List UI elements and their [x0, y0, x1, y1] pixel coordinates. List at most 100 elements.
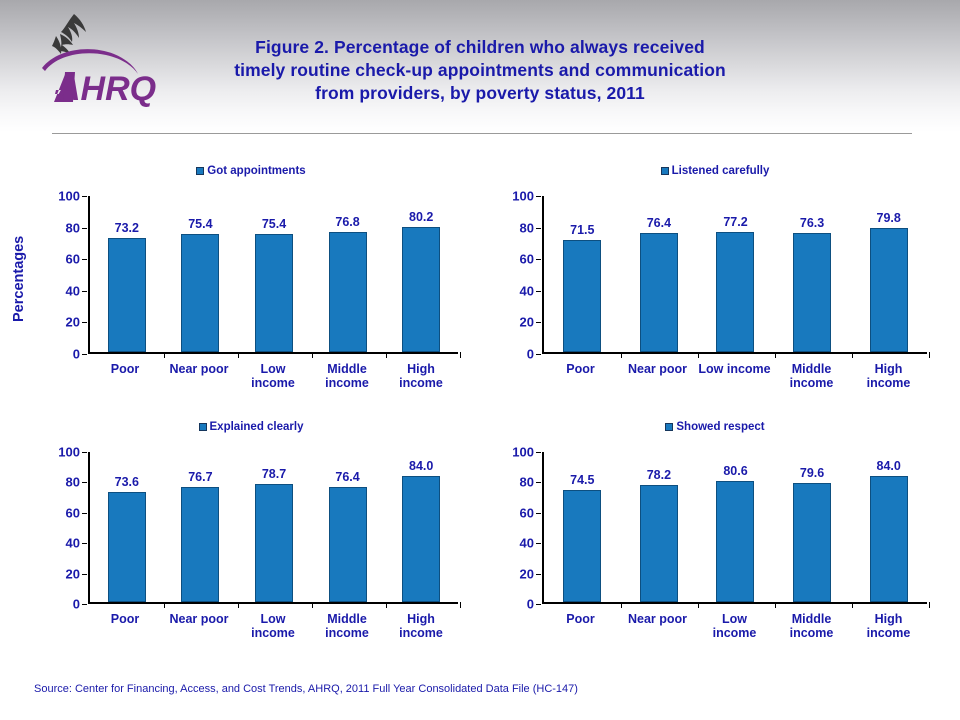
bar-slot: 76.4 — [621, 196, 698, 352]
x-tick-mark — [460, 352, 461, 358]
x-axis-label-line: Low — [260, 362, 286, 376]
y-tick-label: 20 — [519, 566, 534, 582]
axis-frame-showed-respect: 74.5 78.2 80.6 79.6 84.0 — [542, 452, 930, 608]
y-tick-mark — [536, 259, 541, 261]
legend-label: Got appointments — [207, 165, 306, 177]
bar-slot: 71.5 — [544, 196, 621, 352]
bar[interactable] — [181, 486, 220, 602]
x-axis-labels-got-appointments: Poor Near poor Low income Middle income High in… — [88, 362, 458, 390]
x-tick-mark — [460, 602, 461, 608]
bar-slot: 73.2 — [90, 196, 164, 352]
legend-label: Showed respect — [676, 421, 765, 433]
x-axis-label: Low income — [696, 612, 773, 640]
bar-value-label: 84.0 — [876, 459, 901, 473]
x-axis-label-line: income — [866, 376, 911, 390]
header-divider — [52, 133, 912, 135]
bar-slot: 76.7 — [164, 452, 238, 602]
bar[interactable] — [402, 226, 441, 352]
x-axis-label: Low income — [236, 362, 310, 390]
x-axis-label: High income — [384, 612, 458, 640]
x-tick-mark — [852, 352, 853, 358]
y-tick-label: 20 — [65, 566, 80, 582]
svg-text:AHRQ: AHRQ — [55, 70, 156, 108]
y-tick-mark — [82, 512, 87, 514]
x-tick-mark — [312, 352, 313, 358]
bar[interactable] — [254, 234, 293, 352]
x-axis-label-line: Poor — [110, 612, 140, 626]
y-tick-mark — [82, 604, 87, 605]
y-tick-label: 80 — [65, 220, 80, 236]
y-axis-ticks-showed-respect: 0 20 40 60 80 100 — [490, 446, 541, 611]
plot-area-explained-clearly: 0 20 40 60 80 100 73.6 76.7 78.7 76.4 84.0 — [36, 446, 461, 611]
x-axis-label-line: income — [251, 376, 295, 390]
bar[interactable] — [869, 476, 908, 602]
bar-slot: 79.6 — [774, 452, 851, 602]
bar[interactable] — [639, 484, 678, 602]
y-axis-ticks-got-appointments: 0 20 40 60 80 100 — [36, 190, 87, 361]
y-tick-mark — [536, 196, 541, 197]
y-tick-mark — [82, 227, 87, 229]
y-axis-ticks-listened-carefully: 0 20 40 60 80 100 — [490, 190, 541, 361]
bar-slot: 78.7 — [237, 452, 311, 602]
x-axis-label-line: Near poor — [169, 612, 229, 626]
x-axis-label: Near poor — [162, 362, 236, 390]
ahrq-logo: AHRQ — [36, 6, 156, 110]
x-axis-label-line: High — [874, 612, 903, 626]
bar-series-showed-respect: 74.5 78.2 80.6 79.6 84.0 — [544, 452, 927, 602]
x-axis-label: High income — [850, 362, 927, 390]
x-tick-mark — [164, 602, 165, 608]
x-axis-label-line: income — [712, 626, 757, 640]
bar[interactable] — [716, 481, 755, 602]
bar-value-label: 73.2 — [114, 220, 139, 235]
bar-value-label: 80.6 — [723, 464, 748, 479]
bar-slot: 75.4 — [164, 196, 238, 352]
x-axis-labels-showed-respect: Poor Near poor Low income Middle income High in… — [542, 612, 927, 640]
x-axis-label-line: income — [325, 376, 369, 390]
bar[interactable] — [328, 232, 367, 352]
y-tick-mark — [82, 259, 87, 261]
x-axis-labels-explained-clearly: Poor Near poor Low income Middle income High in… — [88, 612, 458, 640]
bar[interactable] — [107, 491, 146, 602]
figure-page: AHRQ Figure 2. Percentage of children wh… — [0, 0, 960, 720]
axis-frame-got-appointments: 73.2 75.4 75.4 76.8 80.2 — [88, 196, 461, 358]
axis-frame-explained-clearly: 73.6 76.7 78.7 76.4 84.0 — [88, 452, 461, 608]
y-axis-ticks-explained-clearly: 0 20 40 60 80 100 — [36, 446, 87, 611]
bar-slot: 80.6 — [697, 452, 774, 602]
bar[interactable] — [563, 240, 602, 352]
y-tick-label: 80 — [519, 474, 534, 490]
bar-slot: 76.4 — [311, 452, 385, 602]
y-tick-label: 0 — [526, 596, 534, 612]
bar[interactable] — [402, 476, 441, 602]
bar-slot: 73.6 — [90, 452, 164, 602]
bar-series-explained-clearly: 73.6 76.7 78.7 76.4 84.0 — [90, 452, 458, 602]
y-tick-mark — [536, 543, 541, 545]
bar[interactable] — [716, 231, 755, 352]
x-axis-label-line: income — [789, 376, 834, 390]
x-axis-label-line: Near poor — [627, 612, 688, 626]
y-tick-label: 60 — [65, 505, 80, 521]
bar[interactable] — [639, 232, 678, 352]
x-axis-label: Poor — [542, 362, 619, 390]
y-tick-label: 60 — [65, 251, 80, 267]
x-axis-label: Near poor — [619, 362, 696, 390]
x-axis-label-line: Middle — [791, 362, 832, 376]
bar-value-label: 75.4 — [188, 217, 213, 232]
x-tick-mark — [386, 352, 387, 358]
bar[interactable] — [793, 232, 832, 352]
legend-swatch-icon — [198, 423, 207, 431]
bar[interactable] — [869, 227, 908, 352]
bar[interactable] — [107, 237, 146, 352]
plot-area-showed-respect: 0 20 40 60 80 100 74.5 78.2 80.6 79.6 84.0 — [490, 446, 930, 611]
legend-swatch-icon — [665, 423, 674, 431]
bar[interactable] — [793, 482, 832, 602]
x-axis-label-line: Low income — [698, 362, 771, 376]
y-tick-mark — [536, 354, 541, 355]
bar[interactable] — [181, 234, 220, 352]
x-axis-label-line: income — [325, 626, 369, 640]
bar[interactable] — [563, 490, 602, 602]
x-axis-label-line: Poor — [566, 612, 595, 626]
x-tick-mark — [775, 352, 776, 358]
chart-legend-got-appointments: Got appointments — [36, 164, 466, 178]
bar[interactable] — [254, 483, 293, 602]
bar[interactable] — [328, 487, 367, 602]
